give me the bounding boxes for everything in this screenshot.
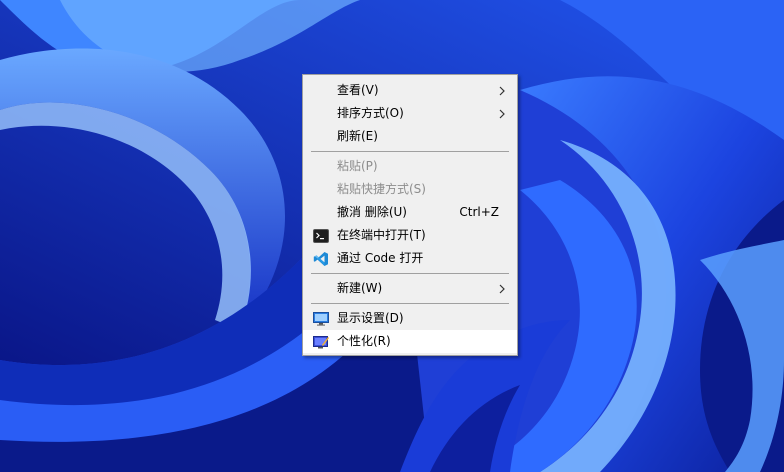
menu-item-paste: 粘贴(P): [303, 155, 517, 178]
menu-item-label: 显示设置(D): [337, 311, 404, 325]
menu-item-label: 粘贴快捷方式(S): [337, 182, 426, 196]
chevron-right-icon: [499, 109, 505, 119]
menu-item-new[interactable]: 新建(W): [303, 277, 517, 300]
menu-item-label: 粘贴(P): [337, 159, 378, 173]
menu-item-label: 在终端中打开(T): [337, 228, 426, 242]
menu-item-label: 查看(V): [337, 83, 379, 97]
menu-item-shortcut: Ctrl+Z: [459, 205, 499, 219]
menu-item-display-settings[interactable]: 显示设置(D): [303, 307, 517, 330]
menu-item-label: 个性化(R): [337, 334, 391, 348]
menu-item-label: 新建(W): [337, 281, 383, 295]
menu-separator: [311, 303, 509, 304]
menu-separator: [311, 273, 509, 274]
chevron-right-icon: [499, 284, 505, 294]
menu-item-open-with-code[interactable]: 通过 Code 打开: [303, 247, 517, 270]
menu-item-label: 刷新(E): [337, 129, 378, 143]
menu-item-undo-delete[interactable]: 撤消 删除(U) Ctrl+Z: [303, 201, 517, 224]
menu-item-label: 排序方式(O): [337, 106, 404, 120]
menu-item-view[interactable]: 查看(V): [303, 79, 517, 102]
vscode-icon: [313, 252, 328, 266]
menu-item-label: 通过 Code 打开: [337, 251, 424, 265]
display-settings-icon: [313, 312, 329, 326]
desktop-context-menu: 查看(V) 排序方式(O) 刷新(E) 粘贴(P) 粘贴快捷方式(S) 撤消 删…: [302, 74, 518, 356]
chevron-right-icon: [499, 86, 505, 96]
terminal-icon: [313, 229, 329, 243]
menu-item-sort-by[interactable]: 排序方式(O): [303, 102, 517, 125]
menu-item-paste-shortcut: 粘贴快捷方式(S): [303, 178, 517, 201]
menu-separator: [311, 151, 509, 152]
menu-item-personalize[interactable]: 个性化(R): [303, 330, 517, 353]
menu-item-refresh[interactable]: 刷新(E): [303, 125, 517, 148]
menu-item-label: 撤消 删除(U): [337, 205, 407, 219]
personalize-icon: [313, 336, 329, 349]
menu-item-open-in-terminal[interactable]: 在终端中打开(T): [303, 224, 517, 247]
